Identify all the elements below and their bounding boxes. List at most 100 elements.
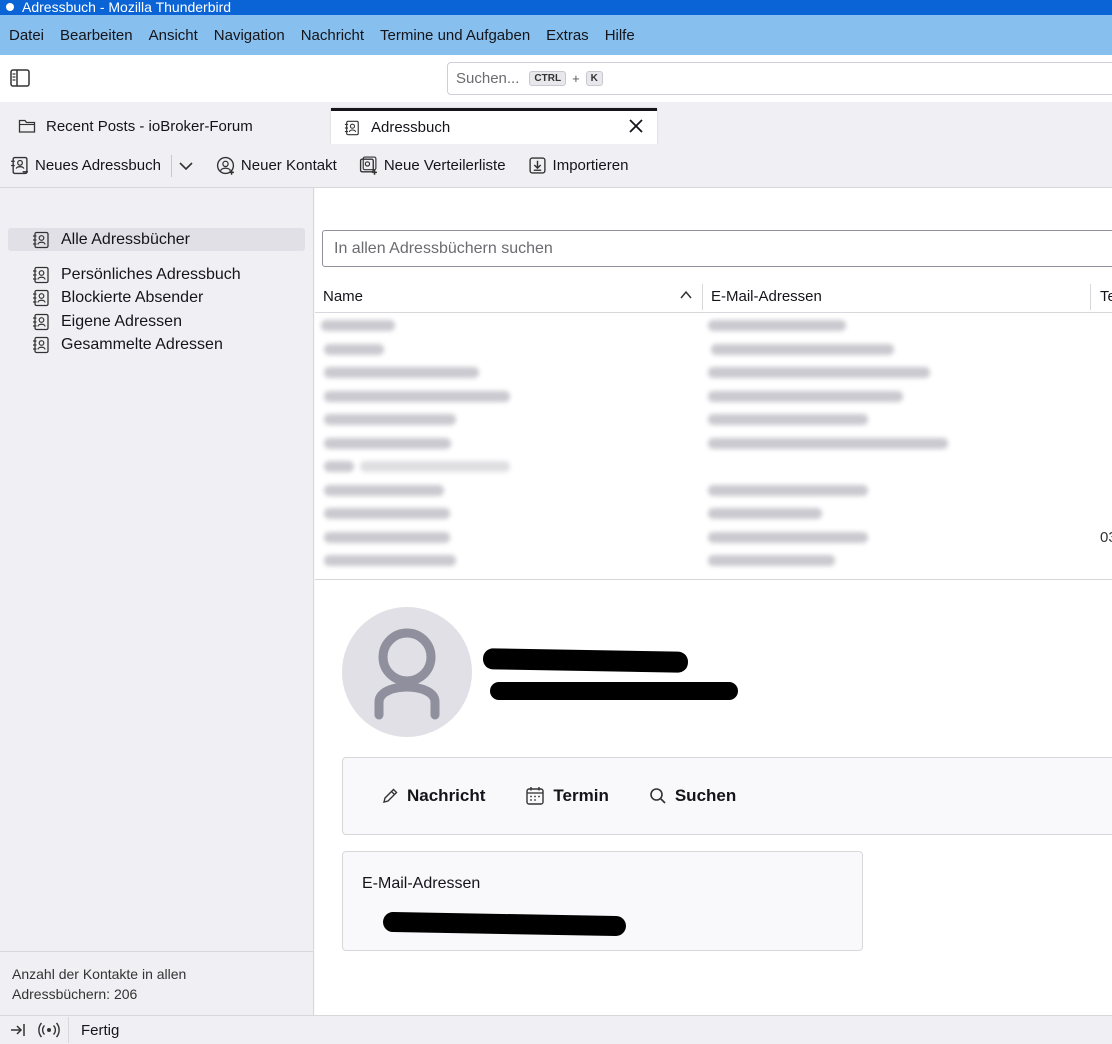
menu-bar: Datei Bearbeiten Ansicht Navigation Nach… (0, 15, 1112, 55)
address-book-icon (33, 336, 49, 354)
toolbar-divider (170, 154, 172, 177)
sidebar-item-all-addressbooks[interactable]: Alle Adressbücher (8, 228, 305, 251)
table-row[interactable] (315, 502, 1112, 526)
shortcut-k: K (585, 71, 603, 86)
search-messages-button[interactable]: Suchen (649, 786, 736, 806)
contact-count-line2: Adressbüchern: 206 (12, 986, 138, 1002)
table-row[interactable] (315, 408, 1112, 432)
table-row[interactable] (315, 385, 1112, 409)
sidebar-footer-divider (0, 951, 314, 952)
window-titlebar: Adressbuch - Mozilla Thunderbird (0, 0, 1112, 15)
sidebar-item-label: Alle Adressbücher (61, 230, 190, 248)
contact-search-placeholder: In allen Adressbüchern suchen (334, 239, 553, 257)
status-text: Fertig (81, 1021, 120, 1039)
search-placeholder: Suchen... (456, 70, 520, 87)
new-addressbook-button[interactable]: Neues Adressbuch (10, 156, 161, 175)
contact-count: Anzahl der Kontakte in allen Adressbüche… (12, 964, 302, 1004)
menu-bearbeiten[interactable]: Bearbeiten (60, 27, 133, 44)
menu-extras[interactable]: Extras (546, 27, 589, 44)
new-addressbook-label: Neues Adressbuch (35, 157, 161, 174)
address-book-icon (33, 289, 49, 307)
pencil-icon (383, 788, 398, 803)
list-detail-splitter[interactable] (315, 579, 1112, 580)
table-row[interactable] (315, 549, 1112, 573)
column-name[interactable]: Name (323, 288, 363, 305)
app-icon (6, 3, 14, 11)
menu-termine[interactable]: Termine und Aufgaben (380, 27, 530, 44)
column-email[interactable]: E-Mail-Adressen (711, 288, 822, 305)
contact-table-header: Name E-Mail-Adressen Te (315, 280, 1112, 313)
mailing-list-add-icon (359, 156, 377, 175)
column-telephone[interactable]: Te (1100, 288, 1112, 305)
column-divider[interactable] (1090, 284, 1091, 310)
window-title: Adressbuch - Mozilla Thunderbird (22, 0, 232, 15)
menu-navigation[interactable]: Navigation (214, 27, 285, 44)
tab-recent-posts[interactable]: Recent Posts - ioBroker-Forum (0, 108, 330, 144)
calendar-icon (526, 787, 545, 805)
table-row[interactable] (315, 432, 1112, 456)
sidebar-item-own-addresses[interactable]: Eigene Adressen (32, 313, 182, 331)
table-row[interactable] (315, 314, 1112, 338)
shortcut-ctrl: CTRL (529, 71, 567, 86)
addressbook-toolbar: Neues Adressbuch Neuer Kontakt Neue Vert… (0, 144, 1112, 188)
address-book-add-icon (11, 156, 28, 175)
user-placeholder-icon (374, 628, 440, 720)
menu-nachricht[interactable]: Nachricht (301, 27, 364, 44)
menu-hilfe[interactable]: Hilfe (605, 27, 635, 44)
sidebar-item-label: Gesammelte Adressen (61, 336, 223, 353)
sidebar-item-blocked[interactable]: Blockierte Absender (32, 289, 203, 307)
addressbook-sidebar: Alle Adressbücher Persönliches Adressbuc… (0, 188, 314, 1015)
import-icon (528, 157, 546, 174)
import-label: Importieren (552, 157, 629, 174)
new-event-button[interactable]: Termin (525, 786, 609, 806)
new-contact-button[interactable]: Neuer Kontakt (216, 156, 337, 175)
write-message-label: Nachricht (407, 786, 486, 805)
sidebar-item-personal[interactable]: Persönliches Adressbuch (32, 266, 241, 284)
address-book-icon (344, 120, 359, 135)
spaces-toolbar-icon[interactable] (10, 69, 30, 87)
new-list-button[interactable]: Neue Verteilerliste (359, 156, 506, 175)
menu-datei[interactable]: Datei (9, 27, 44, 44)
shortcut-plus: + (572, 71, 580, 86)
table-row[interactable] (315, 338, 1112, 362)
table-row[interactable] (315, 479, 1112, 503)
email-section-header: E-Mail-Adressen (362, 875, 481, 892)
search-icon (650, 788, 666, 804)
tab-bar: Recent Posts - ioBroker-Forum Adressbuch (0, 102, 1112, 144)
redacted-email (490, 682, 738, 700)
telephone-cell: 03 (1100, 528, 1112, 546)
column-divider[interactable] (702, 284, 703, 310)
global-search-input[interactable]: Suchen... CTRL + K (447, 62, 1112, 95)
email-addresses-card: E-Mail-Adressen (342, 851, 863, 951)
new-event-label: Termin (553, 786, 609, 805)
tab-adressbuch[interactable]: Adressbuch (331, 108, 657, 144)
redacted-email-address (382, 911, 627, 937)
contact-action-bar: Nachricht Termin Suchen (342, 757, 1112, 835)
sidebar-item-collected[interactable]: Gesammelte Adressen (32, 336, 223, 354)
sidebar-item-label: Eigene Adressen (61, 313, 182, 330)
table-row[interactable] (315, 455, 1112, 479)
address-book-icon (33, 266, 49, 284)
search-messages-label: Suchen (674, 786, 737, 805)
online-status-icon[interactable] (38, 1022, 60, 1038)
status-bar: Fertig (0, 1015, 1112, 1044)
menu-ansicht[interactable]: Ansicht (149, 27, 198, 44)
sidebar-item-label: Blockierte Absender (61, 289, 204, 306)
table-row[interactable]: 03 (315, 526, 1112, 550)
contact-count-line1: Anzahl der Kontakte in allen (12, 966, 187, 982)
tab-label: Recent Posts - ioBroker-Forum (46, 117, 253, 135)
close-tab-icon[interactable] (627, 117, 645, 135)
import-button[interactable]: Importieren (528, 156, 629, 175)
contact-search-input[interactable]: In allen Adressbüchern suchen (322, 230, 1112, 267)
sort-ascending-icon (680, 290, 692, 299)
chevron-down-icon (179, 161, 193, 170)
sidebar-item-label: Persönliches Adressbuch (61, 266, 241, 283)
contact-add-icon (216, 156, 235, 175)
avatar (342, 607, 472, 737)
write-message-button[interactable]: Nachricht (381, 786, 485, 806)
new-addressbook-dropdown[interactable] (178, 158, 194, 174)
folder-icon (18, 119, 36, 133)
contact-list[interactable]: 03 (315, 314, 1112, 579)
toggle-spaces-icon[interactable] (10, 1022, 26, 1038)
table-row[interactable] (315, 361, 1112, 385)
